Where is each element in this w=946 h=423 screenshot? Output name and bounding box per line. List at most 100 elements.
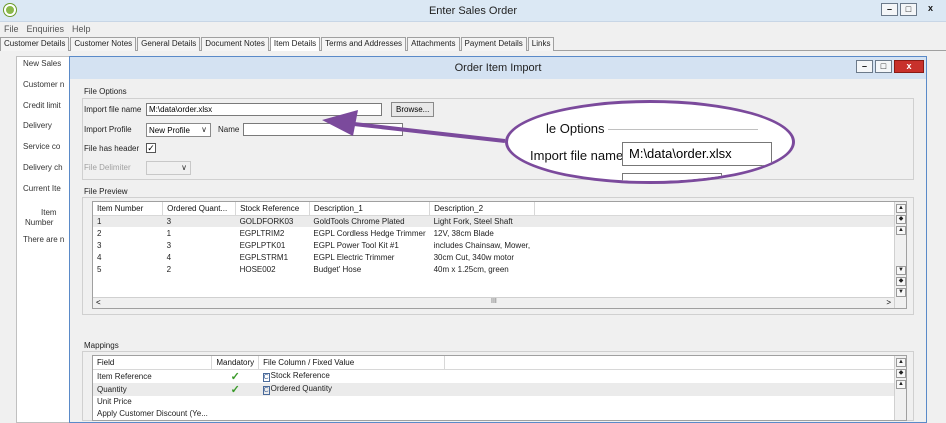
callout-import-file-input: M:\data\order.xlsx: [622, 142, 772, 166]
preview-col-header[interactable]: Description_2: [429, 202, 535, 216]
import-profile-select[interactable]: New Profile ∨: [146, 123, 211, 137]
minimize-icon[interactable]: –: [881, 3, 898, 16]
mappings-vertical-scrollbar[interactable]: ▲ ◆ ▲: [894, 356, 906, 420]
tab-item-details[interactable]: Item Details: [269, 37, 321, 51]
mapping-value[interactable]: [259, 396, 445, 408]
table-row[interactable]: 5 2 HOSE002 Budget' Hose 40m x 1.25cm, green: [93, 263, 906, 275]
file-preview-label: File Preview: [84, 187, 128, 196]
scroll-page-down-icon[interactable]: ◆: [896, 277, 906, 286]
table-row[interactable]: Item Reference ✓ C Stock Reference: [93, 369, 900, 383]
scroll-left-icon[interactable]: <: [96, 298, 101, 307]
chevron-down-icon: ∨: [181, 163, 187, 172]
dialog-maximize-icon[interactable]: □: [875, 60, 892, 73]
cell: Budget' Hose: [313, 264, 362, 274]
panel-label: Service co: [23, 142, 61, 151]
cell: 30cm Cut, 340w motor: [433, 252, 515, 262]
panel-label: There are n: [23, 235, 65, 244]
table-row[interactable]: Unit Price: [93, 396, 900, 408]
tab-customer-details[interactable]: Customer Details: [0, 37, 70, 51]
cell: GOLDFORK03: [235, 215, 310, 227]
scroll-page-up-icon[interactable]: ◆: [896, 369, 906, 378]
tab-document-notes[interactable]: Document Notes: [201, 37, 269, 51]
has-header-checkbox[interactable]: ✓: [146, 143, 156, 153]
panel-label: Delivery: [23, 121, 52, 130]
preview-vertical-scrollbar[interactable]: ▲ ◆ ▲ ▼ ◆ ▼: [894, 202, 906, 308]
profile-name-input[interactable]: [243, 123, 403, 136]
table-row[interactable]: Quantity ✓ C Ordered Quantity: [93, 382, 900, 396]
dialog-minimize-icon[interactable]: –: [856, 60, 873, 73]
browse-button[interactable]: Browse...: [391, 102, 435, 117]
mapping-field: Apply Customer Discount (Ye...: [97, 409, 208, 418]
maximize-icon[interactable]: □: [900, 3, 917, 16]
menu-file[interactable]: File: [0, 22, 23, 36]
callout-group-line: [608, 129, 758, 130]
import-profile-label: Import Profile: [84, 125, 132, 134]
dialog-body: File Options Import file name M:\data\or…: [78, 79, 918, 422]
preview-col-header[interactable]: Item Number: [93, 202, 164, 216]
cell: 2: [97, 228, 102, 238]
delimiter-label: File Delimiter: [84, 163, 131, 172]
mapping-field: Quantity: [93, 382, 212, 396]
cell: [534, 215, 906, 227]
tab-links[interactable]: Links: [527, 37, 555, 51]
table-row[interactable]: 1 3 GOLDFORK03 GoldTools Chrome Plated Light…: [93, 215, 906, 227]
name-label: Name: [218, 125, 240, 134]
preview-col-header[interactable]: Ordered Quant...: [162, 202, 237, 216]
table-row[interactable]: Apply Customer Discount (Ye...: [93, 408, 900, 420]
menu-enquiries[interactable]: Enquiries: [23, 22, 69, 36]
panel-label: Credit limit: [23, 101, 61, 110]
mapping-value[interactable]: Stock Reference: [271, 371, 330, 380]
delimiter-select[interactable]: ∨: [146, 161, 191, 175]
cell: 1: [166, 228, 172, 238]
cell: EGPLTRIM2: [239, 228, 285, 238]
mapping-value[interactable]: Ordered Quantity: [271, 384, 332, 393]
cell: 12V, 38cm Blade: [433, 228, 494, 238]
scroll-page-up-icon[interactable]: ◆: [896, 215, 906, 224]
preview-header-row: Item Number Ordered Quant... Stock Refer…: [93, 202, 906, 216]
outer-title-bar: Enter Sales Order – □ x: [0, 0, 946, 22]
cell: 40m x 1.25cm, green: [433, 264, 509, 274]
tab-attachments[interactable]: Attachments: [407, 37, 460, 51]
preview-col-header[interactable]: Stock Reference: [235, 202, 310, 216]
panel-label: Item: [41, 208, 57, 217]
check-icon: ✓: [230, 370, 240, 383]
mappings-col-header[interactable]: Mandatory: [211, 356, 260, 370]
preview-col-header[interactable]: Description_1: [309, 202, 431, 216]
dialog-close-icon[interactable]: x: [894, 60, 924, 73]
file-preview-grid[interactable]: Item Number Ordered Quant... Stock Refer…: [92, 201, 907, 309]
tab-general-details[interactable]: General Details: [137, 37, 201, 51]
tab-strip: Customer Details Customer Notes General …: [0, 37, 946, 51]
close-icon[interactable]: x: [922, 3, 939, 16]
scroll-down-icon[interactable]: ▼: [896, 266, 906, 275]
table-row[interactable]: 3 3 EGPLPTK01 EGPL Power Tool Kit #1 include…: [93, 239, 906, 251]
cell: EGPLSTRM1: [239, 252, 289, 262]
scroll-top-icon[interactable]: ▲: [896, 204, 906, 213]
import-file-input[interactable]: M:\data\order.xlsx: [146, 103, 382, 116]
panel-label: Delivery ch: [23, 163, 63, 172]
table-row[interactable]: 4 4 EGPLSTRM1 EGPL Electric Trimmer 30cm Cut…: [93, 251, 906, 263]
preview-horizontal-scrollbar[interactable]: < III >: [93, 297, 894, 308]
mapping-value[interactable]: [259, 408, 445, 420]
tab-payment-details[interactable]: Payment Details: [460, 37, 527, 51]
scroll-bottom-icon[interactable]: ▼: [896, 288, 906, 297]
has-header-label: File has header: [84, 144, 140, 153]
mappings-grid[interactable]: Field Mandatory File Column / Fixed Valu…: [92, 355, 907, 421]
tab-customer-notes[interactable]: Customer Notes: [70, 37, 137, 51]
preview-table: Item Number Ordered Quant... Stock Refer…: [93, 202, 906, 275]
table-row[interactable]: 2 1 EGPLTRIM2 EGPL Cordless Hedge Trimmer 12…: [93, 227, 906, 239]
mappings-col-header[interactable]: File Column / Fixed Value: [258, 356, 446, 370]
scroll-right-icon[interactable]: >: [886, 298, 891, 307]
mapping-mandatory: [212, 408, 259, 420]
panel-label: New Sales: [23, 59, 62, 68]
mappings-col-header[interactable]: Field: [93, 356, 213, 370]
scroll-thumb[interactable]: III: [491, 298, 497, 305]
scroll-top-icon[interactable]: ▲: [896, 358, 906, 367]
scroll-up-icon[interactable]: ▲: [896, 380, 906, 389]
mapping-mandatory: [212, 396, 259, 408]
tab-terms-addresses[interactable]: Terms and Addresses: [321, 37, 407, 51]
panel-label: Current Ite: [23, 184, 61, 193]
cell: EGPL Cordless Hedge Trimmer: [313, 228, 426, 238]
menu-help[interactable]: Help: [68, 22, 95, 36]
scroll-up-icon[interactable]: ▲: [896, 226, 906, 235]
mappings-label: Mappings: [84, 341, 119, 350]
